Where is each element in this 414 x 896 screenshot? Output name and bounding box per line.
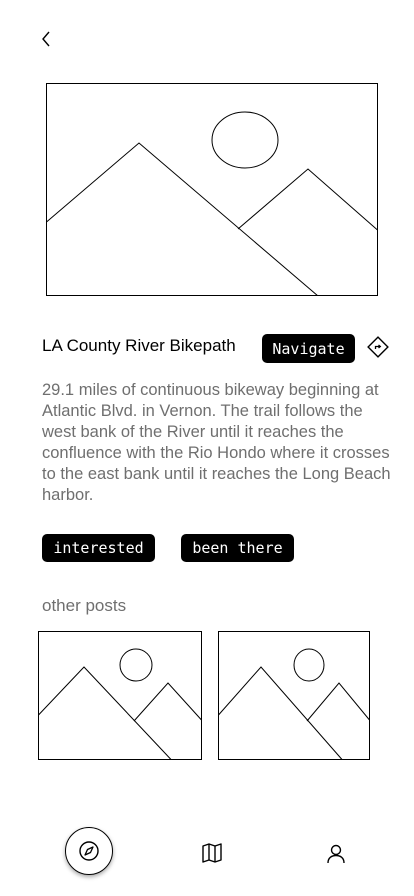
other-posts-heading: other posts [42,596,127,615]
user-icon [327,844,345,864]
tab-map[interactable] [200,841,224,865]
image-placeholder-icon [46,83,378,297]
navigate-button[interactable]: Navigate [262,334,355,363]
directions-icon [367,336,389,358]
post-thumbnail[interactable] [38,631,202,760]
trail-description: 29.1 miles of continuous bikeway beginni… [42,381,391,504]
image-placeholder-icon [38,631,202,760]
been-there-button[interactable]: been there [181,534,294,562]
image-placeholder-icon [218,631,370,760]
trail-title: LA County River Bikepath [42,336,236,355]
chevron-left-icon [42,31,50,47]
map-icon [202,843,222,863]
tab-profile[interactable] [324,842,348,866]
hero-image [46,83,378,297]
directions-button[interactable] [365,334,391,360]
interested-button[interactable]: interested [42,534,155,562]
compass-icon [79,841,99,861]
tab-explore[interactable] [65,827,113,875]
back-button[interactable] [34,26,58,52]
post-thumbnail[interactable] [218,631,370,760]
